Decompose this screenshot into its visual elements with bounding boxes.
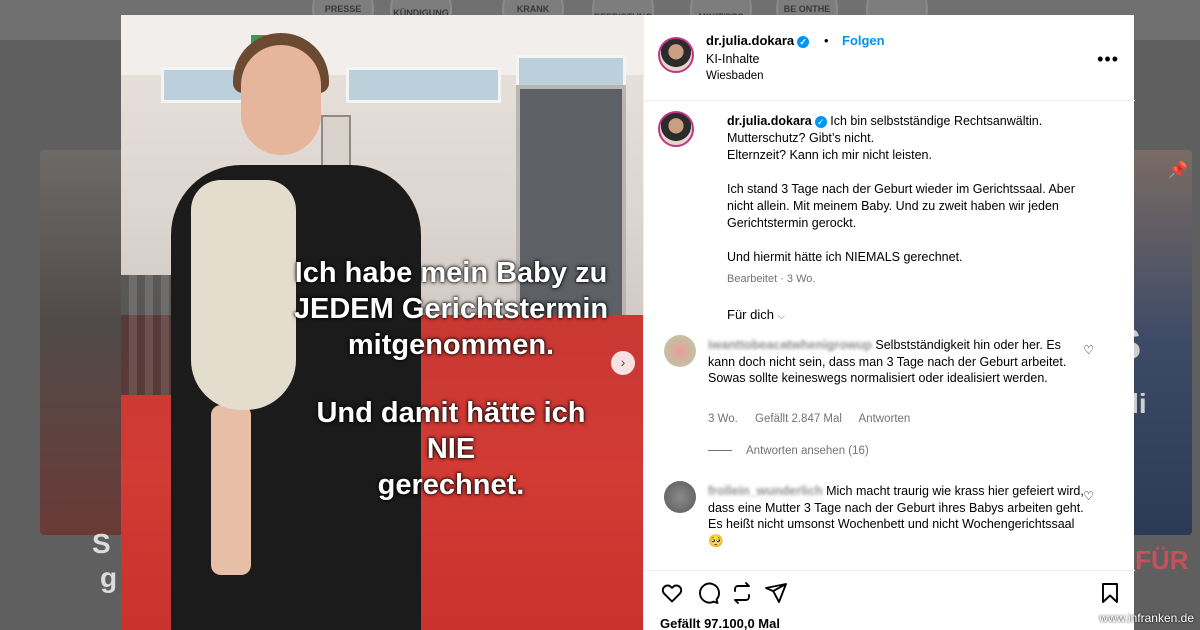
caption-meta: Bearbeitet · 3 Wo. <box>727 273 816 285</box>
watermark: www.infranken.de <box>1099 611 1194 625</box>
post-modal: Ich habe mein Baby zu JEDEM Gerichtsterm… <box>121 15 1135 630</box>
highlight-label: BE ONTHE <box>783 4 831 14</box>
overlay-line: JEDEM Gerichtstermin <box>293 293 609 325</box>
more-options-icon[interactable]: ••• <box>1097 49 1119 70</box>
caption-username[interactable]: dr.julia.dokara <box>727 114 812 128</box>
commenter-username[interactable]: iwanttobeacatwhenigrowup <box>708 338 872 352</box>
comment-text: Es heißt nicht umsonst Wochenbett und ni… <box>708 517 1075 548</box>
for-you-label: Für dich <box>727 307 774 322</box>
comment-meta: 3 Wo. Gefällt 2.847 Mal Antworten <box>708 413 924 425</box>
overlay-line: NIE <box>426 433 476 465</box>
highlight-label: KRANK <box>516 4 550 14</box>
comment-body: iwanttobeacatwhenigrowup Selbstständigke… <box>708 337 1088 387</box>
comment-likes[interactable]: Gefällt 2.847 Mal <box>755 413 842 425</box>
verified-badge-icon: ✓ <box>797 35 810 48</box>
background-left-text: S <box>92 528 111 559</box>
comment-age: 3 Wo. <box>708 413 738 425</box>
location-link[interactable]: Wiesbaden <box>706 70 764 82</box>
overlay-line: Ich habe mein Baby zu <box>294 257 608 289</box>
bookmark-save-icon[interactable] <box>1098 581 1122 605</box>
photo-leg <box>211 405 251 575</box>
photo-window <box>346 67 501 103</box>
for-you-dropdown[interactable]: Für dich ⌵ <box>727 307 785 322</box>
like-comment-heart-icon[interactable]: ♡ <box>1083 489 1094 503</box>
ai-content-label[interactable]: KI-Inhalte <box>706 52 760 66</box>
repost-icon[interactable] <box>730 581 754 605</box>
overlay-line: Und damit hätte ich <box>316 397 586 429</box>
action-bar: Gefällt 97.100,0 Mal <box>644 570 1135 630</box>
photo-face <box>241 45 321 155</box>
commenter-avatar[interactable] <box>664 481 696 513</box>
dot-separator: • <box>824 33 829 48</box>
caption-line: Ich bin selbstständige Rechtsanwältin. <box>830 114 1043 128</box>
reply-button[interactable]: Antworten <box>859 413 911 425</box>
like-heart-icon[interactable] <box>660 581 684 605</box>
comment-bubble-icon[interactable] <box>696 581 720 605</box>
post-header: dr.julia.dokara ✓ • Folgen KI-Inhalte Wie… <box>644 15 1135 101</box>
highlight-label: PRESSE <box>324 4 362 14</box>
view-replies-button[interactable]: Antworten ansehen (16) <box>708 445 869 457</box>
commenter-avatar[interactable] <box>664 335 696 367</box>
replies-line <box>708 450 732 452</box>
overlay-text-block-1: Ich habe mein Baby zu JEDEM Gerichtsterm… <box>261 255 641 363</box>
comment-body: frollein_wunderlich Mich macht traurig w… <box>708 483 1088 549</box>
post-media[interactable]: Ich habe mein Baby zu JEDEM Gerichtsterm… <box>121 15 643 630</box>
commenter-username[interactable]: frollein_wunderlich <box>708 484 823 498</box>
background-post-left[interactable] <box>40 150 130 535</box>
view-replies-label: Antworten ansehen (16) <box>746 445 869 457</box>
author-avatar[interactable] <box>658 37 694 73</box>
caption-line: Mutterschutz? Gibt’s nicht. <box>727 131 875 145</box>
share-send-icon[interactable] <box>764 581 788 605</box>
author-username-text: dr.julia.dokara <box>706 33 795 48</box>
post-likes-count[interactable]: Gefällt 97.100,0 Mal <box>660 616 780 630</box>
caption-avatar[interactable] <box>658 111 694 147</box>
chevron-down-icon: ⌵ <box>777 311 786 322</box>
caption-line: Und hiermit hätte ich NIEMALS gerechnet. <box>727 250 963 264</box>
caption-line: Ich stand 3 Tage nach der Geburt wieder … <box>727 182 1075 230</box>
background-left-text: g <box>100 562 118 593</box>
post-caption: dr.julia.dokara ✓ Ich bin selbstständige … <box>727 113 1097 266</box>
overlay-text-block-2: Und damit hätte ich NIE gerechnet. <box>261 395 641 503</box>
overlay-line: mitgenommen. <box>347 329 555 361</box>
chevron-right-icon: › <box>620 354 626 370</box>
verified-badge-icon: ✓ <box>814 115 827 128</box>
caption-line: Elternzeit? Kann ich mir nicht leisten. <box>727 148 932 162</box>
like-comment-heart-icon[interactable]: ♡ <box>1083 343 1094 357</box>
pin-icon: 📌 <box>1168 162 1188 179</box>
author-username[interactable]: dr.julia.dokara ✓ <box>706 33 810 48</box>
post-side-panel: dr.julia.dokara ✓ • Folgen KI-Inhalte Wie… <box>643 15 1135 630</box>
follow-button[interactable]: Folgen <box>842 33 885 48</box>
overlay-line: gerechnet. <box>377 469 525 501</box>
next-slide-button[interactable]: › <box>611 351 635 375</box>
